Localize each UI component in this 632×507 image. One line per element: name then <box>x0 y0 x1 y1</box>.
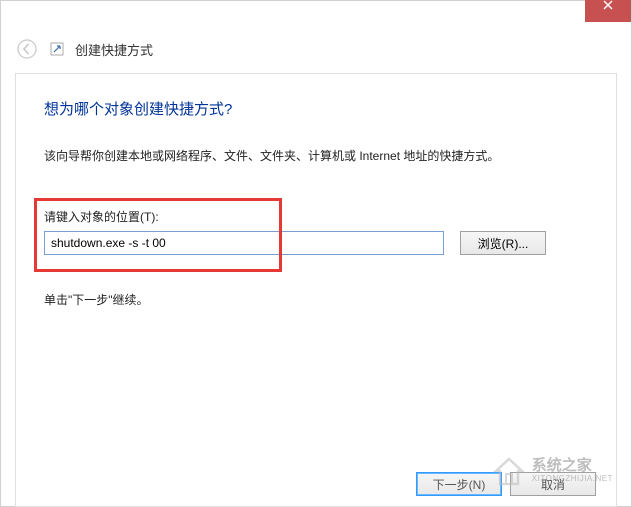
continue-hint: 单击"下一步"继续。 <box>44 291 588 308</box>
shortcut-icon <box>49 41 65 57</box>
header-row: 创建快捷方式 <box>1 31 631 73</box>
back-button <box>15 37 39 61</box>
page-headline: 想为哪个对象创建快捷方式? <box>44 98 588 119</box>
close-button[interactable] <box>585 0 631 22</box>
browse-button[interactable]: 浏览(R)... <box>460 231 546 255</box>
footer-buttons: 下一步(N) 取消 <box>416 472 596 496</box>
location-input-block: 请键入对象的位置(T): 浏览(R)... <box>44 208 588 255</box>
wizard-window: 创建快捷方式 想为哪个对象创建快捷方式? 该向导帮你创建本地或网络程序、文件、文… <box>0 0 632 507</box>
location-input-row: 浏览(R)... <box>44 231 588 255</box>
location-input[interactable] <box>44 231 444 255</box>
content-pane: 想为哪个对象创建快捷方式? 该向导帮你创建本地或网络程序、文件、文件夹、计算机或… <box>15 73 617 507</box>
page-intro: 该向导帮你创建本地或网络程序、文件、文件夹、计算机或 Internet 地址的快… <box>44 147 588 164</box>
cancel-button[interactable]: 取消 <box>510 472 596 496</box>
location-label: 请键入对象的位置(T): <box>44 208 588 225</box>
close-icon <box>603 0 613 10</box>
title-bar <box>1 1 631 31</box>
next-button[interactable]: 下一步(N) <box>416 472 502 496</box>
arrow-left-icon <box>17 39 37 59</box>
wizard-title: 创建快捷方式 <box>75 40 153 59</box>
